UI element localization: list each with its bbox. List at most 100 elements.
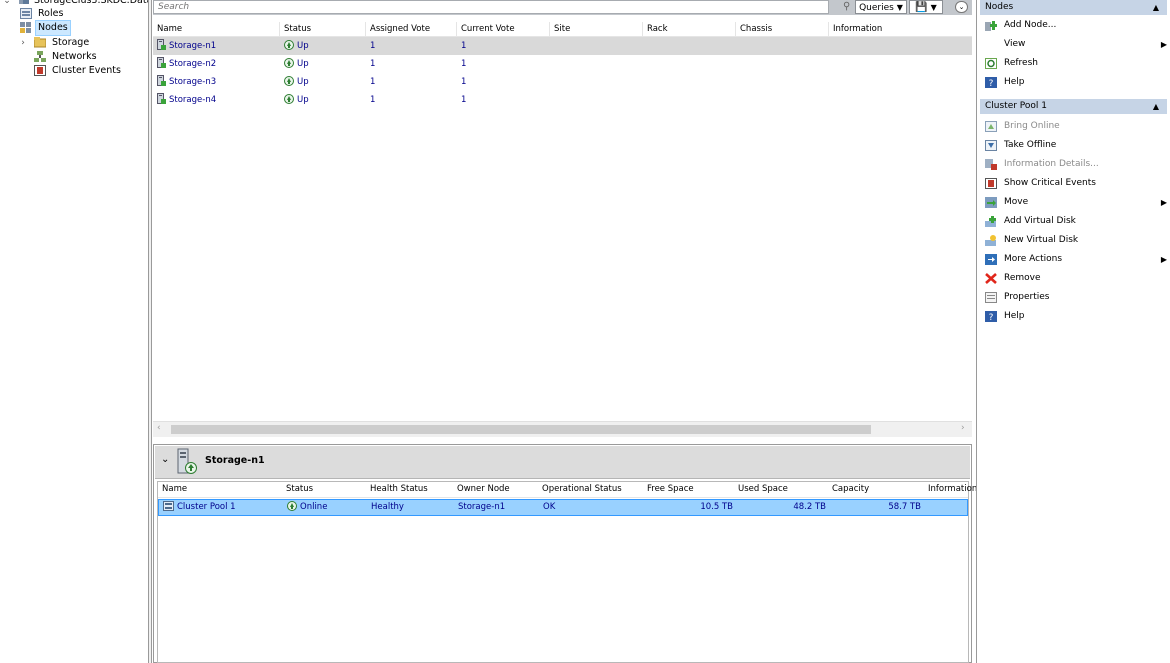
pool-owner-node: Storage-n1	[458, 502, 506, 512]
cluster-icon	[19, 0, 29, 4]
table-row[interactable]: Storage-n2 Up 1 1	[153, 55, 972, 73]
action-bring-online[interactable]: Bring Online	[983, 117, 1169, 136]
pane-splitter[interactable]	[148, 0, 152, 663]
column-header-operational-status[interactable]: Operational Status	[542, 482, 622, 497]
table-row[interactable]: Storage-n3 Up 1 1	[153, 73, 972, 91]
action-move[interactable]: Move ▶	[983, 193, 1169, 212]
detail-title: Storage-n1	[205, 455, 265, 466]
bring-online-icon	[985, 121, 997, 132]
action-refresh[interactable]: Refresh	[983, 54, 1169, 73]
pool-health: Healthy	[371, 502, 404, 512]
node-icon	[157, 93, 166, 104]
pool-name: Cluster Pool 1	[177, 502, 236, 512]
tree-item-label: Networks	[52, 51, 97, 62]
current-vote: 1	[461, 95, 467, 105]
column-header-owner-node[interactable]: Owner Node	[457, 482, 510, 497]
chevron-right-icon[interactable]: ›	[18, 36, 28, 50]
svg-text:?: ?	[989, 79, 994, 88]
action-view[interactable]: View ▶	[983, 35, 1169, 54]
help-icon: ?	[985, 311, 997, 322]
chevron-down-icon: ⌄	[958, 3, 965, 11]
column-header-information[interactable]: Information	[829, 22, 972, 36]
column-header-information[interactable]: Information	[928, 482, 977, 497]
more-actions-icon	[985, 254, 997, 265]
action-more-actions[interactable]: More Actions ▶	[983, 250, 1169, 269]
column-header-chassis[interactable]: Chassis	[736, 22, 829, 36]
column-header-status[interactable]: Status	[286, 482, 313, 497]
search-box[interactable]	[153, 0, 829, 14]
actions-section-cluster-pool[interactable]: Cluster Pool 1 ▲	[980, 99, 1167, 114]
node-status: Up	[297, 41, 309, 51]
tree-item-label: Storage	[52, 37, 90, 48]
action-show-critical-events[interactable]: Show Critical Events	[983, 174, 1169, 193]
tree-item-label: Nodes	[35, 20, 71, 36]
pool-free-space: 10.5 TB	[700, 502, 733, 512]
save-query-button[interactable]: 💾 ▼	[909, 0, 943, 14]
node-name: Storage-n3	[169, 77, 217, 87]
column-header-name[interactable]: Name	[153, 22, 280, 36]
actions-section-nodes[interactable]: Nodes ▲	[980, 0, 1167, 15]
action-remove[interactable]: Remove	[983, 269, 1169, 288]
queries-button[interactable]: Queries ▼	[855, 0, 907, 14]
column-header-current-vote[interactable]: Current Vote	[457, 22, 550, 36]
submenu-arrow-icon: ▶	[1160, 40, 1167, 49]
move-icon	[985, 197, 997, 208]
column-header-name[interactable]: Name	[162, 482, 187, 497]
column-header-status[interactable]: Status	[280, 22, 366, 36]
pool-name-cell: Cluster Pool 1	[163, 500, 236, 515]
action-add-node[interactable]: Add Node...	[983, 16, 1169, 35]
status-up-icon	[284, 76, 294, 86]
events-icon	[34, 65, 46, 76]
expand-collapse-button[interactable]: ⌄	[955, 1, 968, 13]
node-name: Storage-n4	[169, 95, 217, 105]
action-new-virtual-disk[interactable]: New Virtual Disk	[983, 231, 1169, 250]
node-status: Up	[297, 59, 309, 69]
section-title: Cluster Pool 1	[985, 101, 1048, 111]
take-offline-icon	[985, 140, 997, 151]
table-row[interactable]: Storage-n1 Up 1 1	[153, 37, 972, 55]
scroll-right-icon[interactable]: ›	[961, 423, 965, 433]
action-take-offline[interactable]: Take Offline	[983, 136, 1169, 155]
column-header-site[interactable]: Site	[550, 22, 643, 36]
column-header-capacity[interactable]: Capacity	[832, 482, 869, 497]
table-row[interactable]: Storage-n4 Up 1 1	[153, 91, 972, 109]
pool-operational-status: OK	[543, 502, 556, 512]
table-row[interactable]: Cluster Pool 1 Online Healthy Storage-n1…	[158, 499, 968, 516]
tree-item-cluster[interactable]: ⌄ StorageClus3.SKDC.DataOK	[0, 0, 148, 8]
node-name-cell: Storage-n4	[153, 91, 280, 109]
search-icon[interactable]: ⚲	[843, 1, 850, 12]
node-icon	[157, 57, 166, 68]
column-header-health-status[interactable]: Health Status	[370, 482, 428, 497]
help-icon: ?	[985, 77, 997, 88]
search-input[interactable]	[154, 1, 802, 13]
detail-header: ⌄ Storage-n1	[155, 446, 970, 479]
horizontal-scrollbar[interactable]: ‹ ›	[153, 421, 972, 437]
scrollbar-thumb[interactable]	[171, 425, 871, 434]
action-help[interactable]: ? Help	[983, 73, 1169, 92]
node-icon	[157, 39, 166, 50]
column-header-assigned-vote[interactable]: Assigned Vote	[366, 22, 457, 36]
action-add-virtual-disk[interactable]: Add Virtual Disk	[983, 212, 1169, 231]
action-properties[interactable]: Properties	[983, 288, 1169, 307]
action-information-details[interactable]: Information Details...	[983, 155, 1169, 174]
network-icon	[34, 51, 46, 62]
status-online-icon	[287, 501, 297, 511]
action-help-pool[interactable]: ? Help	[983, 307, 1169, 326]
assigned-vote: 1	[370, 59, 376, 69]
add-disk-icon	[985, 216, 996, 227]
chevron-down-icon[interactable]: ⌄	[2, 0, 12, 8]
chevron-down-icon[interactable]: ⌄	[161, 454, 169, 465]
node-name-cell: Storage-n3	[153, 73, 280, 91]
node-icon	[157, 75, 166, 86]
nodes-icon	[20, 22, 31, 33]
collapse-icon[interactable]: ▲	[1153, 0, 1159, 15]
scroll-left-icon[interactable]: ‹	[157, 423, 161, 433]
remove-icon	[985, 273, 997, 284]
tree-item-storage[interactable]: › Storage	[0, 36, 148, 50]
column-header-free-space[interactable]: Free Space	[647, 482, 694, 497]
column-header-used-space[interactable]: Used Space	[738, 482, 788, 497]
queries-label: Queries	[859, 3, 894, 13]
roles-icon	[20, 8, 32, 19]
column-header-rack[interactable]: Rack	[643, 22, 736, 36]
collapse-icon[interactable]: ▲	[1153, 99, 1159, 114]
